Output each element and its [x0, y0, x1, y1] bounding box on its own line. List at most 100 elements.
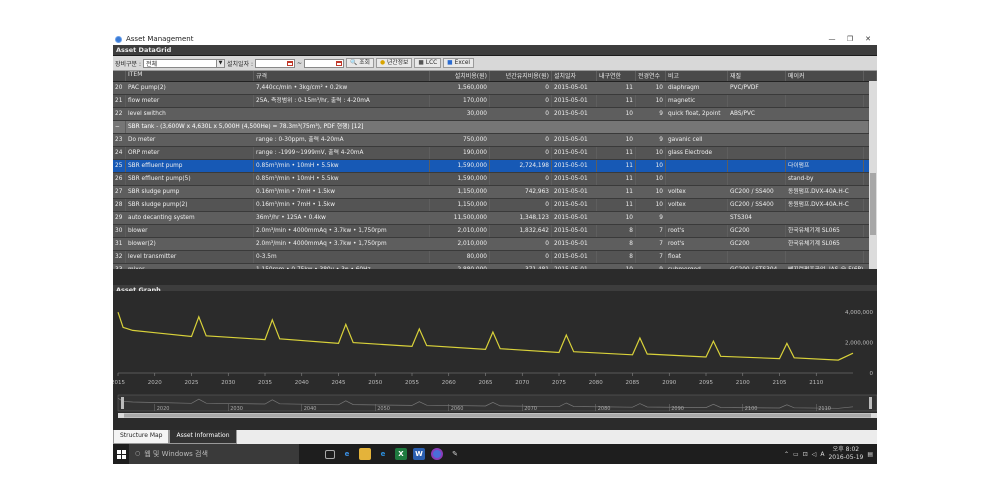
- tab-structure-map[interactable]: Structure Map: [113, 430, 170, 444]
- col-header-life[interactable]: 내구연한: [597, 71, 636, 81]
- paint-icon[interactable]: ✎: [449, 448, 461, 460]
- navigator-tick-label: 2050: [377, 406, 390, 412]
- calendar-icon[interactable]: [287, 60, 294, 66]
- col-header-note[interactable]: 비고: [666, 71, 728, 81]
- table-row[interactable]: 25 SBR effluent pump 0.85m³/min • 10mH • 5…: [113, 160, 877, 173]
- navigator-left-handle[interactable]: [121, 397, 124, 409]
- excel-button[interactable]: ■ Excel: [443, 58, 475, 68]
- chevron-down-icon[interactable]: ▼: [216, 59, 225, 67]
- cell-spec: 0.16m³/min • 7mH • 1.5kw: [254, 186, 430, 198]
- cell-maker: 다이펌프: [786, 160, 864, 172]
- cell-install-cost: 190,000: [430, 147, 490, 159]
- group-collapse-icon[interactable]: −: [113, 121, 126, 133]
- cell-maint-cost: 0: [490, 95, 552, 107]
- cell-install-date: 2015-05-01: [552, 251, 597, 263]
- x-tick-label: 2030: [221, 380, 235, 386]
- cell-maker: [786, 95, 864, 107]
- cell-years: 9: [636, 212, 666, 224]
- col-header-maker[interactable]: 메이커: [786, 71, 864, 81]
- ie-icon[interactable]: e: [377, 448, 389, 460]
- cell-life: 11: [597, 173, 636, 185]
- cell-material: [728, 173, 786, 185]
- row-number: 29: [113, 212, 126, 224]
- col-header-spec[interactable]: 규격: [254, 71, 430, 81]
- table-row[interactable]: 27 SBR sludge pump 0.16m³/min • 7mH • 1.5k…: [113, 186, 877, 199]
- excel-icon[interactable]: X: [395, 448, 407, 460]
- navigator-tick-label: 2040: [304, 406, 317, 412]
- cell-maker: [786, 134, 864, 146]
- clock[interactable]: 오후 8:02 2016-05-19: [828, 446, 863, 462]
- cell-years: 9: [636, 264, 666, 269]
- app-icon[interactable]: [431, 448, 443, 460]
- table-row[interactable]: 29 auto decanting system 36m³/hr • 125A • …: [113, 212, 877, 225]
- cell-life: 8: [597, 238, 636, 250]
- word-icon[interactable]: W: [413, 448, 425, 460]
- table-row[interactable]: 23 Do meter range : 0-30ppm, 출력 4-20mA 750,…: [113, 134, 877, 147]
- lightbulb-icon: ●: [379, 59, 386, 66]
- date-from-input[interactable]: [255, 58, 296, 68]
- datagrid-section-title: Asset DataGrid: [113, 45, 877, 56]
- table-row[interactable]: 28 SBR sludge pump(2) 0.16m³/min • 7mH • 1…: [113, 199, 877, 212]
- cell-life: 11: [597, 82, 636, 94]
- table-row[interactable]: 21 flow meter 25A, 측정범위 : 0-15m³/hr, 출력 : …: [113, 95, 877, 108]
- maximize-button[interactable]: ❐: [841, 35, 859, 43]
- table-row[interactable]: 26 SBR effluent pump(5) 0.85m³/min • 10mH …: [113, 173, 877, 186]
- yearly-info-button[interactable]: ● 년간정보: [375, 58, 413, 68]
- table-row[interactable]: 20 PAC pump(2) 7,440cc/min • 3kg/cm² • 0.2…: [113, 82, 877, 95]
- tab-asset-information[interactable]: Asset Information: [169, 430, 237, 444]
- col-header-material[interactable]: 재질: [728, 71, 786, 81]
- horizontal-scrollbar-thumb[interactable]: [124, 413, 871, 418]
- windows-start-button[interactable]: [113, 444, 129, 464]
- search-button[interactable]: 🔍 조회: [346, 58, 374, 68]
- cell-install-cost: 2,010,000: [430, 238, 490, 250]
- vertical-scrollbar[interactable]: [869, 81, 877, 269]
- col-header-maint-cost[interactable]: 년간유지비용(원): [490, 71, 552, 81]
- cell-material: [728, 95, 786, 107]
- table-row[interactable]: 33mixer1,150rpm • 0.75kw • 380v • 3φ • 6…: [113, 264, 877, 269]
- grid-header: ITEM 규격 설치비용(원) 년간유지비용(원) 설치일자 내구연한 전경연수…: [113, 71, 877, 82]
- cell-install-cost: 1,560,000: [430, 82, 490, 94]
- table-row[interactable]: 24 ORP meter range : -1999~1999mV, 출력 4-20…: [113, 147, 877, 160]
- navigator-right-handle[interactable]: [869, 397, 872, 409]
- x-tick-label: 2020: [148, 380, 162, 386]
- explorer-icon[interactable]: [359, 448, 371, 460]
- notification-icon[interactable]: ▤: [867, 451, 873, 458]
- cell-item: level transmitter: [126, 251, 254, 263]
- battery-icon[interactable]: ▭: [793, 451, 799, 458]
- date-to-input[interactable]: [304, 58, 345, 68]
- cell-years: 10: [636, 160, 666, 172]
- chevron-up-icon[interactable]: ⌃: [784, 451, 789, 458]
- cell-years: 10: [636, 199, 666, 211]
- minimize-button[interactable]: —: [823, 35, 841, 43]
- cell-install-cost: 30,000: [430, 108, 490, 120]
- x-tick-label: 2085: [626, 380, 640, 386]
- x-tick-label: 2100: [736, 380, 750, 386]
- equip-select[interactable]: 전체 ▼: [143, 58, 226, 68]
- edge-icon[interactable]: e: [341, 448, 353, 460]
- table-row[interactable]: 22 level swithch 30,000 0 2015-05-01 10 9 quick…: [113, 108, 877, 121]
- group-row[interactable]: − SBR tank - (3,600W x 4,630L x 5,000H (4…: [113, 121, 877, 134]
- col-header-install-cost[interactable]: 설치비용(원): [430, 71, 490, 81]
- table-row[interactable]: 32 level transmitter 0-3.5m 80,000 0 2015-05-…: [113, 251, 877, 264]
- table-row[interactable]: 31 blower(2) 2.0m³/min • 4000mmAq • 3.7kw …: [113, 238, 877, 251]
- language-icon[interactable]: A: [820, 451, 824, 458]
- scrollbar-thumb[interactable]: [870, 173, 876, 235]
- x-tick-label: 2070: [515, 380, 529, 386]
- volume-icon[interactable]: ◁: [812, 451, 817, 458]
- cell-maker: 한국유체기계 SL065: [786, 238, 864, 250]
- col-header-years[interactable]: 전경연수: [636, 71, 666, 81]
- cell-maint-cost: 742,963: [490, 186, 552, 198]
- row-number: 30: [113, 225, 126, 237]
- table-row[interactable]: 30 blower 2.0m³/min • 4000mmAq • 3.7kw • 1…: [113, 225, 877, 238]
- lcc-button[interactable]: ■ LCC: [414, 58, 442, 68]
- task-view-icon[interactable]: [325, 449, 335, 459]
- taskbar-search[interactable]: ○ 웹 및 Windows 검색: [129, 444, 299, 464]
- asset-datagrid: ITEM 규격 설치비용(원) 년간유지비용(원) 설치일자 내구연한 전경연수…: [113, 71, 877, 269]
- calendar-icon[interactable]: [336, 60, 343, 66]
- col-header-install-date[interactable]: 설치일자: [552, 71, 597, 81]
- row-number: 20: [113, 82, 126, 94]
- close-button[interactable]: ✕: [859, 35, 877, 43]
- scroll-header-spacer: [864, 71, 877, 81]
- col-header-item[interactable]: ITEM: [126, 71, 254, 81]
- network-icon[interactable]: ⊡: [803, 451, 808, 458]
